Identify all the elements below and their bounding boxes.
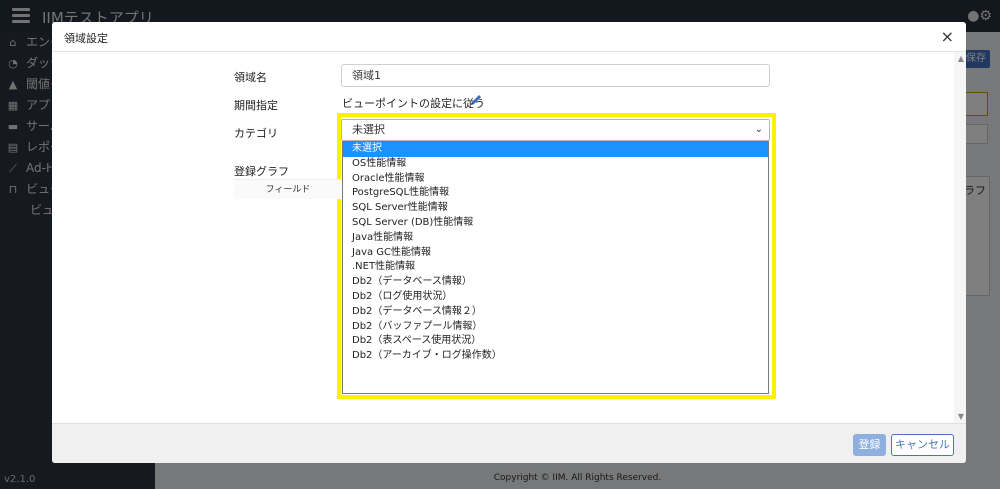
category-option[interactable]: Db2（バッファプール情報）: [343, 320, 768, 335]
category-option[interactable]: Db2（アーカイブ・ログ操作数）: [343, 349, 768, 364]
category-option[interactable]: PostgreSQL性能情報: [343, 186, 768, 201]
category-option[interactable]: Db2（表スペース使用状況）: [343, 334, 768, 349]
region-name-input[interactable]: 領域1: [341, 64, 770, 87]
chevron-down-icon: ⌄: [754, 124, 763, 135]
category-option[interactable]: Java GC性能情報: [343, 246, 768, 261]
graph-field-table: フィールド: [234, 179, 342, 199]
modal-title: 領域設定: [64, 32, 108, 45]
close-icon[interactable]: ×: [941, 27, 954, 46]
modal-footer: 登録 キャンセル: [52, 423, 966, 463]
category-select[interactable]: 未選択 ⌄: [341, 119, 770, 141]
category-option[interactable]: Db2（ログ使用状況）: [343, 290, 768, 305]
category-option[interactable]: Java性能情報: [343, 231, 768, 246]
modal-scrollbar[interactable]: [954, 52, 966, 423]
field-column-header: フィールド: [234, 179, 342, 199]
region-settings-modal: 領域設定 × 領域名 領域1 期間指定 ビューポイントの設定に従う カテゴリ 未…: [52, 22, 966, 463]
period-value: ビューポイントの設定に従う: [342, 97, 485, 110]
category-label: カテゴリ: [234, 127, 278, 140]
category-option[interactable]: .NET性能情報: [343, 260, 768, 275]
category-option[interactable]: Oracle性能情報: [343, 172, 768, 187]
register-button[interactable]: 登録: [853, 434, 886, 456]
category-option[interactable]: Db2（データベース情報２）: [343, 305, 768, 320]
modal-body: 領域名 領域1 期間指定 ビューポイントの設定に従う カテゴリ 未選択 ⌄ 未選…: [52, 52, 966, 423]
category-option[interactable]: SQL Server性能情報: [343, 201, 768, 216]
pencil-icon[interactable]: [469, 93, 483, 110]
category-option[interactable]: 未選択: [343, 142, 768, 157]
category-option[interactable]: OS性能情報: [343, 157, 768, 172]
cancel-button[interactable]: キャンセル: [891, 434, 954, 456]
category-option[interactable]: SQL Server (DB)性能情報: [343, 216, 768, 231]
region-name-label: 領域名: [234, 71, 267, 84]
category-option[interactable]: Db2（データベース情報）: [343, 275, 768, 290]
period-label: 期間指定: [234, 99, 278, 112]
modal-header: 領域設定 ×: [52, 22, 966, 52]
category-select-value: 未選択: [352, 123, 385, 136]
scroll-down-arrow-icon[interactable]: ▼: [958, 412, 964, 421]
scroll-up-arrow-icon[interactable]: ▲: [958, 54, 964, 63]
category-dropdown: 未選択 OS性能情報 Oracle性能情報 PostgreSQL性能情報 SQL Ser…: [342, 141, 769, 394]
graph-label: 登録グラフ: [234, 165, 289, 178]
